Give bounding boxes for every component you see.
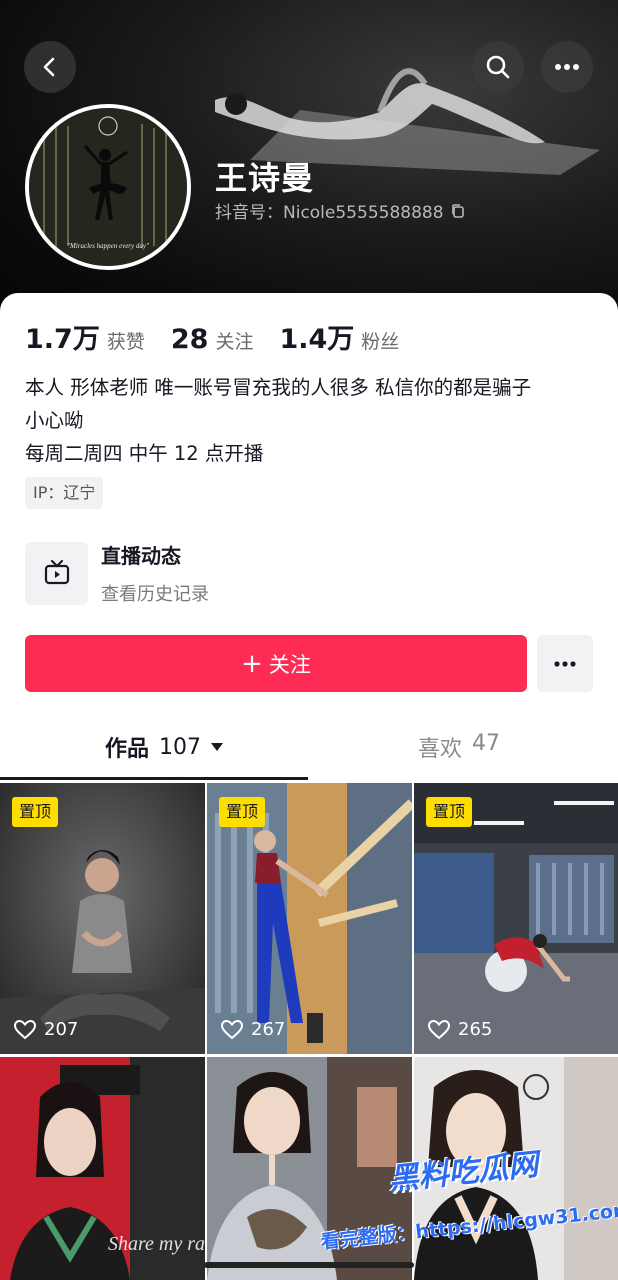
follow-more-button[interactable]: [537, 635, 593, 692]
tab-active-indicator: [0, 777, 308, 780]
likes-count: 265: [458, 1019, 493, 1040]
tab-likes-label: 喜欢: [418, 737, 463, 762]
live-subtitle: 查看历史记录: [101, 584, 209, 605]
video-image: [414, 1057, 618, 1280]
stat-number: 1.7万: [25, 324, 100, 355]
likes-count: 207: [44, 1019, 79, 1040]
avatar-caption: "Miracles happen every day": [67, 242, 149, 250]
heart-icon: [221, 1019, 243, 1039]
video-thumbnail[interactable]: [414, 1057, 618, 1280]
likes-count: 267: [251, 1019, 286, 1040]
video-likes: 267: [221, 1019, 285, 1040]
video-thumbnail[interactable]: 置顶 265: [414, 783, 618, 1054]
video-thumbnail[interactable]: Share my rainy day: [0, 1057, 205, 1280]
tv-icon: [44, 559, 69, 585]
home-indicator: [204, 1262, 414, 1268]
douyin-id[interactable]: 抖音号：Nicole5555588888: [215, 198, 466, 223]
video-image: [207, 1057, 412, 1280]
douyin-id-text: 抖音号：Nicole5555588888: [215, 203, 444, 223]
stat-following[interactable]: 28 关注: [171, 324, 254, 355]
search-button[interactable]: [472, 41, 524, 93]
live-icon-box: [25, 541, 88, 605]
search-icon: [486, 55, 510, 79]
follow-label: 关注: [268, 652, 311, 677]
video-thumbnail[interactable]: 置顶 207: [0, 783, 205, 1054]
tab-likes[interactable]: 喜欢 47: [418, 731, 500, 763]
follow-button[interactable]: + 关注: [25, 635, 527, 692]
more-horizontal-icon: [555, 64, 579, 70]
video-likes: 207: [14, 1019, 78, 1040]
pinned-badge: 置顶: [426, 797, 473, 827]
heart-icon: [428, 1019, 450, 1039]
stat-number: 1.4万: [279, 324, 355, 355]
ip-location-tag: IP：辽宁: [25, 477, 104, 509]
stat-followers[interactable]: 1.4万 粉丝: [279, 317, 399, 356]
avatar[interactable]: "Miracles happen every day": [25, 104, 191, 270]
video-thumbnail[interactable]: [207, 1057, 412, 1280]
live-activity-entry[interactable]: 直播动态 查看历史记录: [25, 540, 209, 606]
tab-works[interactable]: 作品 107: [105, 731, 225, 763]
more-options-button[interactable]: [541, 41, 593, 93]
profile-name: 王诗曼: [215, 159, 315, 197]
stats-row: 1.7万 获赞 28 关注 1.4万 粉丝: [25, 317, 425, 356]
stat-label: 关注: [215, 331, 254, 353]
pinned-badge: 置顶: [12, 797, 59, 827]
video-image: Share my rainy day: [0, 1057, 205, 1280]
pinned-badge: 置顶: [219, 797, 266, 827]
video-overlay-text: Share my rainy day: [108, 1233, 205, 1255]
more-horizontal-icon: [554, 660, 576, 667]
tab-likes-count: 47: [472, 731, 501, 756]
profile-cover: "Miracles happen every day" 王诗曼 抖音号：Nico…: [0, 0, 618, 320]
video-likes: 265: [428, 1019, 492, 1040]
avatar-image: "Miracles happen every day": [29, 108, 187, 266]
stat-label: 获赞: [106, 331, 145, 353]
video-thumbnail[interactable]: 置顶 267: [207, 783, 412, 1054]
tab-works-label: 作品: [105, 737, 150, 762]
chevron-left-icon: [43, 57, 55, 77]
caret-down-icon: [211, 743, 224, 751]
bio-line: 小心呦: [25, 409, 84, 432]
tab-works-count: 107: [159, 734, 202, 760]
copy-icon[interactable]: [450, 203, 466, 219]
stat-number: 28: [170, 324, 209, 355]
content-tabs: 作品 107 喜欢 47: [0, 731, 618, 783]
bio-line: 本人 形体老师 唯一账号冒充我的人很多 私信你的都是骗子: [25, 376, 532, 399]
plus-icon: +: [241, 648, 263, 679]
heart-icon: [14, 1019, 36, 1039]
back-button[interactable]: [24, 41, 76, 93]
live-text: 直播动态 查看历史记录: [101, 540, 209, 606]
stat-likes: 1.7万 获赞: [25, 317, 145, 356]
live-title: 直播动态: [101, 544, 181, 568]
stat-label: 粉丝: [361, 331, 400, 353]
bio-line: 每周二周四 中午 12 点开播: [25, 442, 264, 465]
bio: 本人 形体老师 唯一账号冒充我的人很多 私信你的都是骗子 小心呦 每周二周四 中…: [25, 371, 600, 470]
